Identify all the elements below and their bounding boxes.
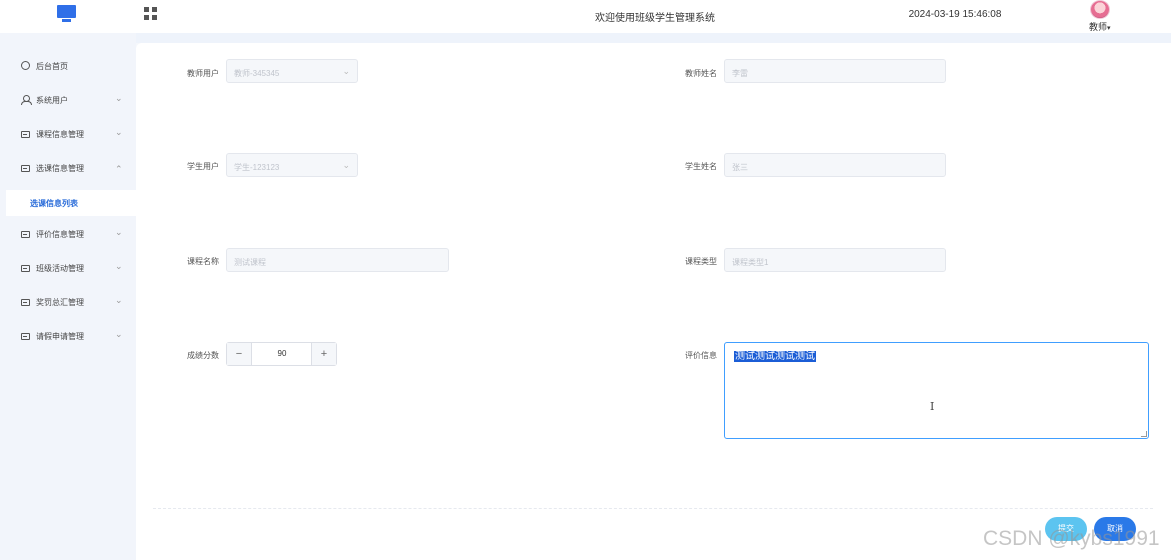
score-stepper[interactable]: − 90 + [226,342,337,366]
course-type-value: 课程类型1 [732,258,769,267]
text-cursor-icon: I [930,400,935,413]
sidebar-item-class-activity[interactable]: 班级活动管理 ⌄ [0,258,136,280]
sidebar-item-evaluation[interactable]: 评价信息管理 ⌄ [0,224,136,246]
score-input[interactable]: 90 [252,343,312,365]
chevron-down-icon: ⌄ [115,227,123,237]
grid-icon[interactable] [144,7,157,20]
course-name-value: 测试课程 [234,258,266,267]
sidebar-item-rewards-penalties[interactable]: 奖罚总汇管理 ⌄ [0,292,136,314]
sidebar-item-label: 班级活动管理 [36,264,84,273]
chevron-down-icon: ⌄ [115,261,123,271]
chevron-down-icon: ▾ [1107,25,1111,32]
chevron-down-icon: ⌄ [115,93,123,103]
window-icon [21,331,31,341]
top-bar: 欢迎使用班级学生管理系统 2024-03-19 15:46:08 教师▾ [0,0,1171,33]
user-menu[interactable]: 教师▾ [1089,20,1111,33]
watermark: CSDN @kybs1991 [983,527,1160,550]
student-user-label: 学生用户 [187,162,219,171]
sidebar-item-course-selection[interactable]: 选课信息管理 ⌃ [0,158,136,180]
sidebar-item-leave-request[interactable]: 请假申请管理 ⌄ [0,326,136,348]
chevron-down-icon: ⌄ [115,329,123,339]
chevron-down-icon: ⌄ [342,66,350,76]
sidebar-item-label: 评价信息管理 [36,230,84,239]
teacher-name-field[interactable]: 李雷 [724,59,946,83]
user-role-label: 教师 [1089,22,1108,32]
score-label: 成绩分数 [187,351,219,360]
form-panel: 教师用户 教师-345345 ⌄ 教师姓名 李雷 学生用户 学生-123123 … [136,43,1171,560]
sidebar-item-label: 请假申请管理 [36,332,84,341]
course-type-field[interactable]: 课程类型1 [724,248,946,272]
current-datetime: 2024-03-19 15:46:08 [908,9,1002,20]
window-icon [21,263,31,273]
chevron-up-icon: ⌃ [115,164,123,174]
decrement-button[interactable]: − [227,343,252,365]
user-icon [21,95,32,105]
increment-button[interactable]: + [311,343,336,365]
student-user-select[interactable]: 学生-123123 ⌄ [226,153,358,177]
sidebar-subitem-label: 选课信息列表 [30,199,78,208]
sidebar-item-label: 选课信息管理 [36,164,84,173]
clock-icon [21,61,31,71]
chevron-down-icon: ⌄ [115,127,123,137]
student-name-value: 张三 [732,163,748,172]
student-user-value: 学生-123123 [234,163,280,172]
avatar[interactable] [1090,0,1110,19]
teacher-user-label: 教师用户 [187,69,219,78]
teacher-user-select[interactable]: 教师-345345 ⌄ [226,59,358,83]
window-icon [21,163,31,173]
teacher-name-value: 李雷 [732,69,748,78]
content-header-band [136,33,1171,43]
course-name-label: 课程名称 [187,257,219,266]
welcome-title: 欢迎使用班级学生管理系统 [595,13,715,24]
sidebar: 后台首页 系统用户 ⌄ 课程信息管理 ⌄ 选课信息管理 ⌃ 选课信息列表 评价信… [0,33,136,560]
divider [153,508,1153,509]
sidebar-item-home[interactable]: 后台首页 [0,56,136,78]
sidebar-item-label: 奖罚总汇管理 [36,298,84,307]
evaluation-text: 测试测试测试测试 [734,351,816,362]
teacher-user-value: 教师-345345 [234,69,280,78]
window-icon [21,229,31,239]
window-icon [21,297,31,307]
student-name-label: 学生姓名 [685,162,717,171]
chevron-down-icon: ⌄ [115,295,123,305]
evaluation-textarea[interactable]: 测试测试测试测试 I [724,342,1149,439]
sidebar-item-course-info[interactable]: 课程信息管理 ⌄ [0,124,136,146]
sidebar-item-label: 后台首页 [36,62,68,71]
sidebar-subitem-course-selection-list[interactable]: 选课信息列表 [6,190,136,216]
sidebar-item-label: 系统用户 [36,96,68,105]
course-type-label: 课程类型 [685,257,717,266]
monitor-icon[interactable] [57,5,76,23]
teacher-name-label: 教师姓名 [685,69,717,78]
chevron-down-icon: ⌄ [342,160,350,170]
evaluation-label: 评价信息 [685,351,717,360]
sidebar-item-system-users[interactable]: 系统用户 ⌄ [0,90,136,112]
course-name-field[interactable]: 测试课程 [226,248,449,272]
student-name-field[interactable]: 张三 [724,153,946,177]
sidebar-item-label: 课程信息管理 [36,130,84,139]
window-icon [21,129,31,139]
resize-handle-icon[interactable] [1141,431,1147,437]
